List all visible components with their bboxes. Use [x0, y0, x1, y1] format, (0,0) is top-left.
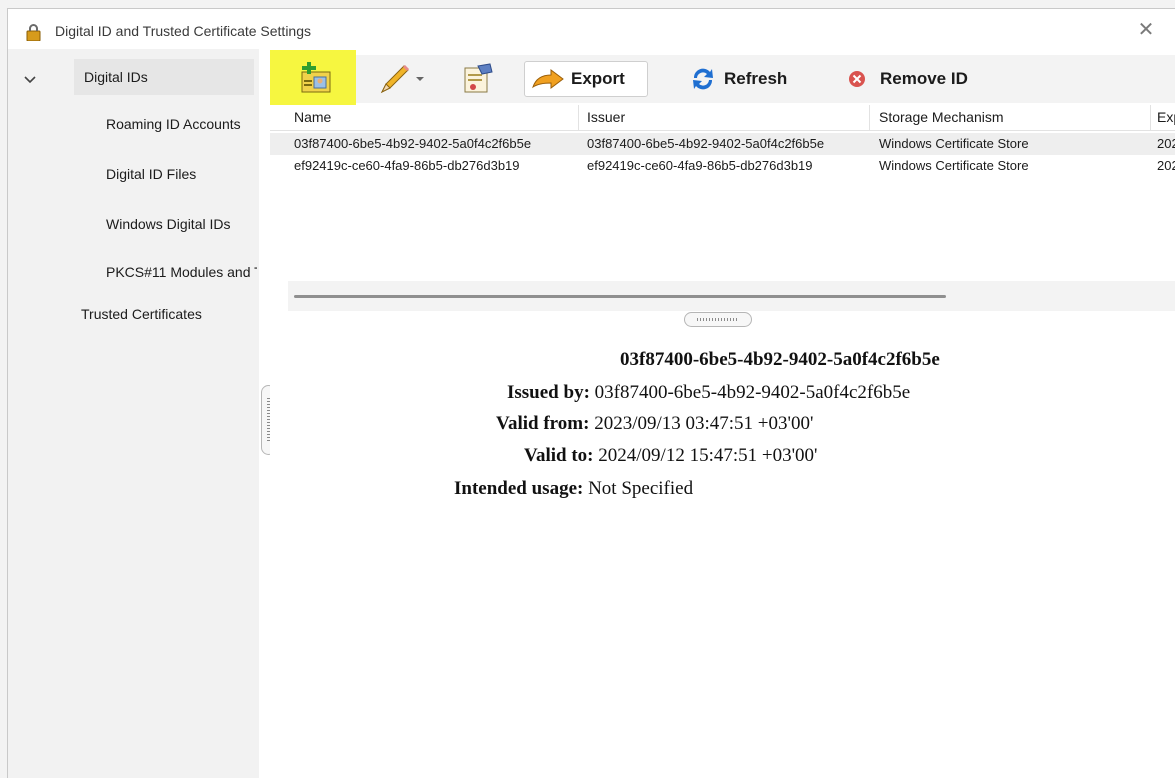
valid-from-label: Valid from: — [496, 413, 590, 434]
column-header-issuer[interactable]: Issuer — [587, 109, 857, 125]
details-valid-from: Valid from: 2023/09/13 03:47:51 +03'00' — [496, 413, 813, 435]
details-intended-usage: Intended usage: Not Specified — [454, 478, 693, 500]
main-panel: Export Refresh Remove ID Name Issuer Sto… — [270, 49, 1175, 778]
refresh-button[interactable]: Refresh — [688, 61, 787, 97]
add-id-button[interactable] — [296, 61, 336, 97]
cell-issuer: 03f87400-6be5-4b92-9402-5a0f4c2f6b5e — [587, 136, 825, 151]
edit-button[interactable] — [376, 61, 426, 97]
column-header-expires[interactable]: Expires — [1157, 109, 1175, 125]
cell-expires: 2024/09/12 — [1157, 158, 1175, 173]
details-title: 03f87400-6be5-4b92-9402-5a0f4c2f6b5e — [620, 349, 940, 370]
close-button[interactable]: ✕ — [1131, 15, 1161, 45]
sidebar-item-digital-id-files[interactable]: Digital ID Files — [106, 166, 259, 182]
column-separator[interactable] — [869, 105, 870, 131]
refresh-icon — [693, 68, 713, 90]
valid-to-label: Valid to: — [524, 445, 594, 466]
certificate-details-button[interactable] — [460, 61, 494, 97]
sidebar-item-roaming-id-accounts[interactable]: Roaming ID Accounts — [106, 116, 259, 132]
remove-icon — [849, 71, 865, 87]
column-header-storage-mechanism[interactable]: Storage Mechanism — [879, 109, 1149, 125]
cell-storage: Windows Certificate Store — [879, 136, 1029, 151]
chevron-down-icon[interactable] — [414, 73, 426, 85]
lock-icon — [26, 24, 41, 41]
sidebar-item-digital-ids[interactable]: Digital IDs — [74, 59, 254, 95]
table-row[interactable]: 03f87400-6be5-4b92-9402-5a0f4c2f6b5e 03f… — [270, 133, 1175, 155]
export-button[interactable]: Export — [524, 61, 648, 97]
export-arrow-icon — [532, 69, 564, 89]
chevron-down-icon[interactable] — [21, 70, 39, 88]
cell-storage: Windows Certificate Store — [879, 158, 1029, 173]
window-title: Digital ID and Trusted Certificate Setti… — [55, 23, 312, 39]
sidebar-item-windows-digital-ids[interactable]: Windows Digital IDs — [106, 216, 259, 232]
horizontal-scrollbar-thumb[interactable] — [294, 295, 946, 298]
table-header: Name Issuer Storage Mechanism Expires — [270, 105, 1175, 131]
details-issued-by: Issued by: 03f87400-6be5-4b92-9402-5a0f4… — [507, 382, 910, 404]
column-header-name[interactable]: Name — [294, 109, 564, 125]
title-bar: Digital ID and Trusted Certificate Setti… — [8, 9, 1175, 49]
column-separator[interactable] — [1150, 105, 1151, 131]
sidebar-item-pkcs11-modules[interactable]: PKCS#11 Modules and Tokens — [106, 264, 257, 280]
cell-name: 03f87400-6be5-4b92-9402-5a0f4c2f6b5e — [294, 136, 532, 151]
valid-from-value: 2023/09/13 03:47:51 +03'00' — [594, 413, 814, 434]
toolbar: Export Refresh Remove ID — [270, 50, 1175, 114]
intended-usage-label: Intended usage: — [454, 478, 584, 499]
refresh-label: Refresh — [724, 69, 788, 88]
remove-id-button[interactable]: Remove ID — [846, 61, 968, 97]
export-label: Export — [571, 69, 625, 88]
details-valid-to: Valid to: 2024/09/12 15:47:51 +03'00' — [524, 445, 817, 467]
column-separator[interactable] — [578, 105, 579, 131]
table-row[interactable]: ef92419c-ce60-4fa9-86b5-db276d3b19 ef924… — [270, 155, 1175, 177]
cell-expires: 2024/09/12 — [1157, 136, 1175, 151]
cell-issuer: ef92419c-ce60-4fa9-86b5-db276d3b19 — [587, 158, 813, 173]
sidebar-item-trusted-certificates[interactable]: Trusted Certificates — [81, 306, 259, 322]
issued-by-label: Issued by: — [507, 382, 590, 403]
dialog-window: Digital ID and Trusted Certificate Setti… — [7, 8, 1175, 778]
horizontal-splitter-grip[interactable] — [684, 312, 752, 327]
add-id-icon — [301, 62, 331, 93]
pencil-icon — [380, 65, 409, 94]
sidebar: Digital IDs Roaming ID Accounts Digital … — [8, 49, 259, 778]
cell-name: ef92419c-ce60-4fa9-86b5-db276d3b19 — [294, 158, 520, 173]
certificate-icon — [464, 63, 493, 93]
valid-to-value: 2024/09/12 15:47:51 +03'00' — [598, 445, 818, 466]
remove-id-label: Remove ID — [880, 69, 968, 88]
issued-by-value: 03f87400-6be5-4b92-9402-5a0f4c2f6b5e — [594, 382, 911, 403]
intended-usage-value: Not Specified — [588, 478, 694, 499]
